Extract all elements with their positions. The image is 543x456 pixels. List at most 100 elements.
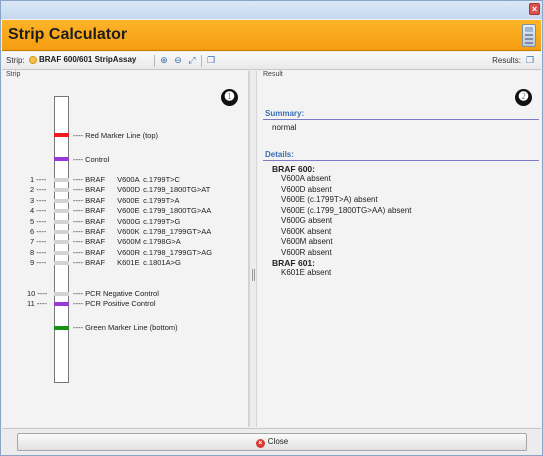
zoom-out-icon[interactable]: ⊖ xyxy=(172,55,184,67)
toolbar-separator xyxy=(154,55,155,67)
close-icon: × xyxy=(255,439,265,448)
probe-number: 2 ---- xyxy=(30,185,47,195)
probe-number: 9 ---- xyxy=(30,258,47,268)
summary-divider xyxy=(263,119,539,120)
probe-band xyxy=(54,209,69,214)
probe-variant: V600E xyxy=(117,206,140,216)
details-item: V600E (c.1799_1800TG>AA) absent xyxy=(281,205,412,215)
window-titlebar: × xyxy=(1,1,542,19)
probe-number: 7 ---- xyxy=(30,237,47,247)
pcr-positive-label: ---- PCR Positive Control xyxy=(73,299,156,308)
probe-nucleotide: c.1798_1799GT>AA xyxy=(143,227,212,236)
control-band xyxy=(54,157,69,161)
probe-number: 5 ---- xyxy=(30,216,47,226)
details-item: V600A absent xyxy=(281,174,331,183)
probe-nucleotide: c.1799T>C xyxy=(143,175,180,184)
probe-variant: K601E xyxy=(117,258,140,268)
probe-number: 10 ---- xyxy=(27,289,48,298)
probe-label: ---- BRAF V600M c.1798G>A xyxy=(73,237,181,247)
probe-label: ---- BRAF V600A c.1799T>C xyxy=(73,175,180,184)
app-header: Strip Calculator xyxy=(2,20,541,51)
details-item: V600R absent xyxy=(281,247,332,257)
probe-label: ---- BRAF V600R c.1798_1799GT>AG xyxy=(73,247,213,257)
probe-variant: V600G xyxy=(117,216,141,226)
green-marker-band xyxy=(54,326,69,330)
probe-nucleotide: c.1799T>A xyxy=(143,195,180,205)
probe-gene: BRAF xyxy=(85,216,106,226)
window-close-icon[interactable]: × xyxy=(529,3,540,15)
probe-variant: V600K xyxy=(117,227,140,236)
fit-to-window-icon[interactable]: ⤢ xyxy=(186,55,198,67)
calculator-icon xyxy=(522,24,536,47)
red-marker-label: ---- Red Marker Line (top) xyxy=(73,131,159,140)
probe-number: 11 ---- xyxy=(27,299,47,308)
probe-band xyxy=(54,250,69,255)
probe-nucleotide: c.1799T>G xyxy=(143,216,181,226)
details-item: V600G absent xyxy=(281,216,333,225)
step-1-badge: ➊ xyxy=(221,89,238,106)
probe-label: ---- BRAF V600G c.1799T>G xyxy=(73,216,181,226)
probe-band xyxy=(54,198,69,203)
control-label: ---- Control xyxy=(73,155,110,164)
close-button[interactable]: × Close xyxy=(17,433,527,451)
summary-text: normal xyxy=(272,123,297,132)
pcr-negative-label: ---- PCR Negative Control xyxy=(73,289,159,298)
probe-gene: BRAF xyxy=(85,206,106,216)
probe-nucleotide: c.1801A>G xyxy=(143,258,181,268)
probe-gene: BRAF xyxy=(85,195,106,205)
probe-nucleotide: c.1799_1800TG>AA xyxy=(143,206,212,216)
results-label: Results: xyxy=(492,56,521,65)
probe-variant: V600E xyxy=(117,195,140,205)
strip-label: Strip: xyxy=(6,56,25,65)
strip-calculator-window: × Strip Calculator Strip: BRAF 600/601 S… xyxy=(0,0,543,456)
probe-number: 1 ---- xyxy=(30,175,47,184)
copy-results-icon[interactable]: ❐ xyxy=(524,55,536,67)
splitter-grip-icon xyxy=(252,269,255,281)
pcr-positive-band xyxy=(54,302,69,306)
probe-number: 3 ---- xyxy=(30,195,47,205)
red-marker-band xyxy=(54,133,69,137)
probe-band xyxy=(54,178,69,182)
probe-nucleotide: c.1799_1800TG>AT xyxy=(143,185,211,195)
strip-selector[interactable]: BRAF 600/601 StripAssay xyxy=(27,55,136,67)
probe-gene: BRAF xyxy=(85,258,106,268)
details-divider xyxy=(263,160,539,161)
probe-label: ---- BRAF V600E c.1799_1800TG>AA xyxy=(73,206,212,216)
strip-panel-heading: Strip xyxy=(6,71,21,78)
strip-bulb-icon xyxy=(29,56,37,64)
probe-gene: BRAF xyxy=(85,247,106,257)
probe-variant: V600M xyxy=(117,237,141,247)
zoom-in-icon[interactable]: ⊕ xyxy=(158,55,170,67)
details-item: V600E (c.1799T>A) absent xyxy=(281,195,378,204)
result-panel-heading: Result xyxy=(263,71,283,78)
details-group-title: BRAF 600: xyxy=(272,164,315,174)
summary-title: Summary: xyxy=(265,109,305,118)
probe-variant: V600A xyxy=(117,175,140,184)
green-marker-label: ---- Green Marker Line (bottom) xyxy=(73,323,178,332)
probe-label: ---- BRAF V600K c.1798_1799GT>AA xyxy=(73,227,212,236)
toolbar-separator xyxy=(201,55,202,67)
strip-selector-value: BRAF 600/601 StripAssay xyxy=(39,55,137,64)
pane-splitter[interactable] xyxy=(249,71,257,427)
probe-band xyxy=(54,240,69,245)
probe-number: 8 ---- xyxy=(30,247,47,257)
probe-band xyxy=(54,188,69,193)
probe-nucleotide: c.1798_1799GT>AG xyxy=(143,247,213,257)
probe-band xyxy=(54,219,69,224)
probe-variant: V600R xyxy=(117,247,141,257)
probe-label: ---- BRAF V600E c.1799T>A xyxy=(73,195,180,205)
toolbar: Strip: BRAF 600/601 StripAssay ⊕ ⊖ ⤢ ❐ R… xyxy=(2,52,541,70)
probe-band xyxy=(54,261,69,266)
details-item: V600M absent xyxy=(281,237,333,246)
probe-gene: BRAF xyxy=(85,175,106,184)
details-item: V600D absent xyxy=(281,184,332,194)
pcr-negative-band xyxy=(54,292,69,296)
copy-strip-icon[interactable]: ❐ xyxy=(205,55,217,67)
probe-gene: BRAF xyxy=(85,227,106,236)
probe-number: 4 ---- xyxy=(30,206,47,216)
probe-band xyxy=(54,230,69,234)
probe-label: ---- BRAF K601E c.1801A>G xyxy=(73,258,181,268)
details-group-title: BRAF 601: xyxy=(272,258,315,268)
probe-gene: BRAF xyxy=(85,237,106,247)
page-title: Strip Calculator xyxy=(8,26,128,43)
